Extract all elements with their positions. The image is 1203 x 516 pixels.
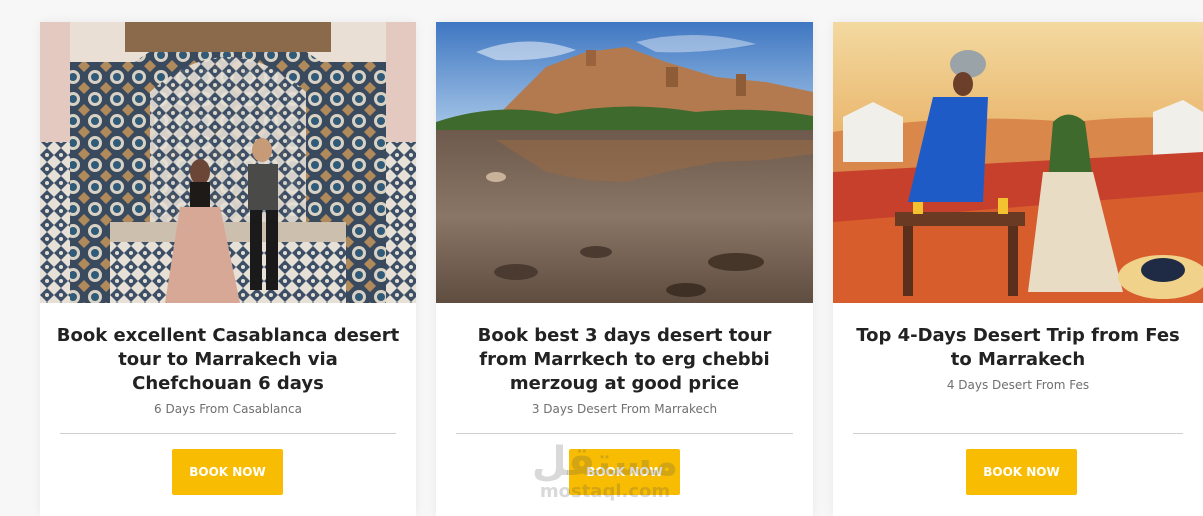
- tour-title[interactable]: Book excellent Casablanca desert tour to…: [56, 324, 400, 396]
- tour-title[interactable]: Book best 3 days desert tour from Marrke…: [452, 324, 797, 396]
- tour-subtitle: 4 Days Desert From Fes: [946, 378, 1090, 392]
- tour-card: Top 4-Days Desert Trip from Fes to Marra…: [833, 22, 1203, 516]
- tour-title[interactable]: Top 4-Days Desert Trip from Fes to Marra…: [849, 324, 1187, 372]
- divider: [853, 433, 1183, 434]
- tour-image[interactable]: [40, 22, 416, 303]
- tour-card-grid: Book excellent Casablanca desert tour to…: [0, 0, 1203, 516]
- divider: [456, 433, 793, 434]
- tour-image[interactable]: [436, 22, 813, 303]
- divider: [60, 433, 396, 434]
- book-now-button[interactable]: BOOK NOW: [172, 449, 283, 495]
- book-now-button[interactable]: BOOK NOW: [966, 449, 1077, 495]
- book-now-button[interactable]: BOOK NOW: [569, 449, 680, 495]
- tour-card: Book best 3 days desert tour from Marrke…: [436, 22, 813, 516]
- tour-subtitle: 6 Days From Casablanca: [154, 402, 302, 416]
- tour-image[interactable]: [833, 22, 1203, 303]
- tour-subtitle: 3 Days Desert From Marrakech: [531, 402, 718, 416]
- tour-card: Book excellent Casablanca desert tour to…: [40, 22, 416, 516]
